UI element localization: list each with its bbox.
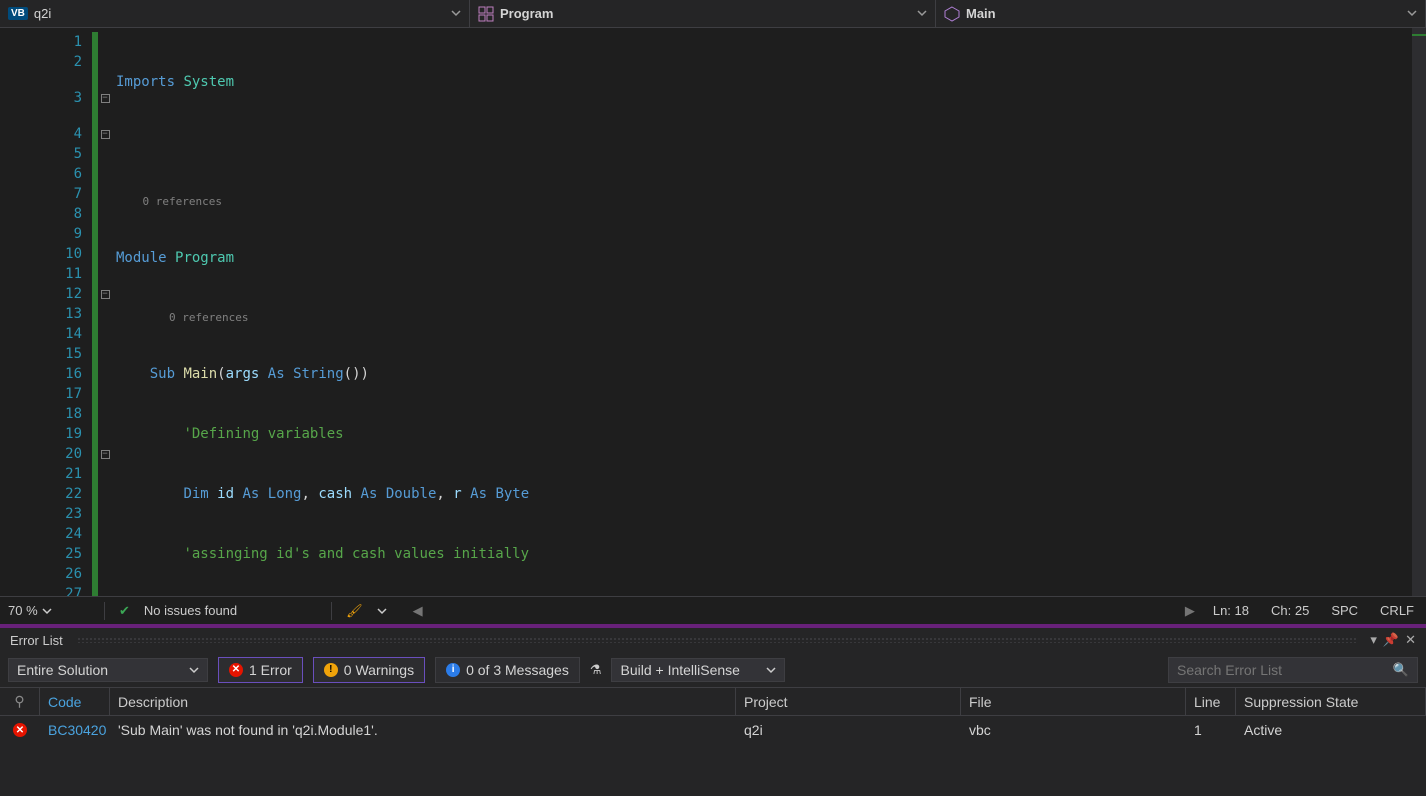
member-dropdown[interactable]: Main [936, 0, 1426, 27]
messages-filter-button[interactable]: i 0 of 3 Messages [435, 657, 580, 683]
errors-filter-button[interactable]: ✕ 1 Error [218, 657, 303, 683]
vb-badge-icon: VB [8, 7, 28, 20]
chevron-down-icon[interactable]: ▾ [1370, 632, 1377, 648]
fold-gutter[interactable]: − − − − [98, 28, 112, 596]
messages-count-label: 0 of 3 Messages [466, 662, 569, 678]
nav-right-icon[interactable]: ▶ [1185, 603, 1195, 619]
code-content[interactable]: Imports System 0 references Module Progr… [112, 28, 1412, 596]
error-project: q2i [736, 718, 961, 742]
error-code: BC30420 [40, 718, 110, 742]
health-label: No issues found [144, 603, 237, 618]
scope-dropdown[interactable]: Entire Solution [8, 658, 208, 682]
col-suppression[interactable]: Suppression State [1236, 688, 1426, 715]
warning-icon: ! [324, 663, 338, 677]
scope-label: Entire Solution [17, 662, 108, 678]
codelens-references[interactable]: 0 references [169, 311, 248, 324]
error-file: vbc [961, 718, 1186, 742]
error-search-input[interactable] [1177, 662, 1387, 678]
warnings-count-label: 0 Warnings [344, 662, 414, 678]
project-dropdown[interactable]: VB q2i [0, 0, 470, 27]
chevron-down-icon [1407, 6, 1417, 21]
line-ending[interactable]: CRLF [1376, 603, 1418, 618]
error-icon: ✕ [13, 723, 27, 737]
type-dropdown[interactable]: Program [470, 0, 936, 27]
zoom-dropdown[interactable]: 70 % [8, 603, 90, 618]
col-project[interactable]: Project [736, 688, 961, 715]
editor-status-bar: 70 % ✔ No issues found 🖌 ◀ ▶ Ln: 18 Ch: … [0, 596, 1426, 624]
vertical-scrollbar[interactable] [1412, 28, 1426, 596]
pin-icon[interactable]: 📌 [1383, 632, 1399, 648]
cursor-column: Ch: 25 [1267, 603, 1313, 618]
navigation-bar: VB q2i Program Main [0, 0, 1426, 28]
method-icon [944, 6, 960, 22]
error-line: 1 [1186, 718, 1236, 742]
chevron-down-icon [766, 665, 776, 675]
error-suppression: Active [1236, 718, 1426, 742]
code-editor[interactable]: 1 2 3 4 5 6 7 8 9 10 11 12 13 14 15 16 1… [0, 28, 1426, 596]
type-label: Program [500, 6, 553, 21]
fold-toggle-icon[interactable]: − [101, 94, 110, 103]
chevron-down-icon [42, 606, 52, 616]
fold-toggle-icon[interactable]: − [101, 450, 110, 459]
build-filter-dropdown[interactable]: Build + IntelliSense [611, 658, 784, 682]
col-line[interactable]: Line [1186, 688, 1236, 715]
warnings-filter-button[interactable]: ! 0 Warnings [313, 657, 425, 683]
chevron-down-icon [377, 606, 387, 616]
error-icon: ✕ [229, 663, 243, 677]
error-table: ⚲ Code Description Project File Line Sup… [0, 688, 1426, 796]
error-list-toolbar: Entire Solution ✕ 1 Error ! 0 Warnings i… [0, 652, 1426, 688]
col-file[interactable]: File [961, 688, 1186, 715]
chevron-down-icon [451, 6, 461, 21]
codelens-references[interactable]: 0 references [143, 195, 222, 208]
chevron-down-icon [189, 665, 199, 675]
fold-toggle-icon[interactable]: − [101, 130, 110, 139]
cursor-line: Ln: 18 [1209, 603, 1253, 618]
error-list-title: Error List [10, 633, 63, 648]
error-search[interactable]: 🔍 [1168, 657, 1418, 683]
indent-mode[interactable]: SPC [1327, 603, 1362, 618]
zoom-label: 70 % [8, 603, 38, 618]
table-row[interactable]: ✕ BC30420 'Sub Main' was not found in 'q… [0, 716, 1426, 744]
search-icon: 🔍 [1393, 662, 1409, 678]
error-list-panel: Error List ▾ 📌 ✕ Entire Solution ✕ 1 Err… [0, 628, 1426, 796]
close-icon[interactable]: ✕ [1405, 632, 1416, 648]
col-icon[interactable]: ⚲ [0, 688, 40, 715]
filter-icon[interactable]: ⚗ [590, 662, 602, 678]
chevron-down-icon [917, 6, 927, 21]
info-icon: i [446, 663, 460, 677]
errors-count-label: 1 Error [249, 662, 292, 678]
line-number-gutter: 1 2 3 4 5 6 7 8 9 10 11 12 13 14 15 16 1… [0, 28, 92, 596]
build-filter-label: Build + IntelliSense [620, 662, 739, 678]
check-icon: ✔ [119, 603, 130, 619]
fold-toggle-icon[interactable]: − [101, 290, 110, 299]
error-description: 'Sub Main' was not found in 'q2i.Module1… [110, 718, 736, 742]
col-code[interactable]: Code [40, 688, 110, 715]
col-description[interactable]: Description [110, 688, 736, 715]
table-header: ⚲ Code Description Project File Line Sup… [0, 688, 1426, 716]
brush-icon[interactable]: 🖌 [346, 603, 363, 619]
class-icon [478, 6, 494, 22]
member-label: Main [966, 6, 996, 21]
error-list-titlebar: Error List ▾ 📌 ✕ [0, 628, 1426, 652]
filter-icon: ⚲ [14, 693, 24, 710]
nav-left-icon[interactable]: ◀ [413, 603, 423, 619]
project-label: q2i [34, 6, 51, 21]
